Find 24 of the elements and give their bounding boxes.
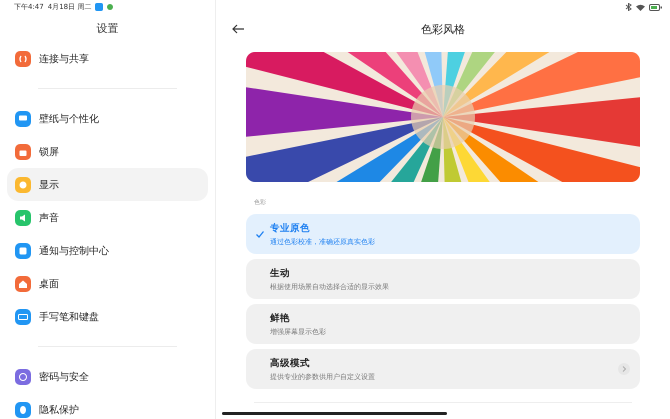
- sidebar-item[interactable]: 声音: [7, 201, 208, 234]
- sidebar-item[interactable]: 锁屏: [7, 135, 208, 168]
- sidebar-item[interactable]: 隐私保护: [7, 393, 208, 419]
- option-title: 生动: [270, 266, 291, 280]
- app-notification-icon: [95, 3, 104, 11]
- sidebar-item[interactable]: 密码与安全: [7, 360, 208, 393]
- back-arrow-icon[interactable]: [232, 24, 244, 34]
- sidebar-item[interactable]: 手写笔和键盘: [7, 300, 208, 333]
- sidebar-item[interactable]: 显示: [7, 168, 208, 201]
- sidebar-item[interactable]: 连接与共享: [7, 42, 208, 75]
- status-dot-icon: [107, 4, 114, 10]
- sidebar-item[interactable]: 通知与控制中心: [7, 234, 208, 267]
- checkmark-icon: [256, 230, 264, 238]
- sidebar-title: 设置: [96, 20, 120, 36]
- chevron-right-icon: [618, 363, 630, 375]
- page-title: 色彩风格: [421, 22, 465, 36]
- option-title: 鲜艳: [270, 312, 291, 324]
- option-title: 专业原色: [270, 222, 311, 234]
- sidebar-item[interactable]: 壁纸与个性化: [7, 102, 208, 135]
- sidebar-item[interactable]: 桌面: [7, 267, 208, 300]
- battery-icon: [649, 4, 662, 10]
- wifi-icon: [636, 4, 645, 10]
- bluetooth-icon: [625, 3, 632, 11]
- option-title: 高级模式: [270, 356, 311, 370]
